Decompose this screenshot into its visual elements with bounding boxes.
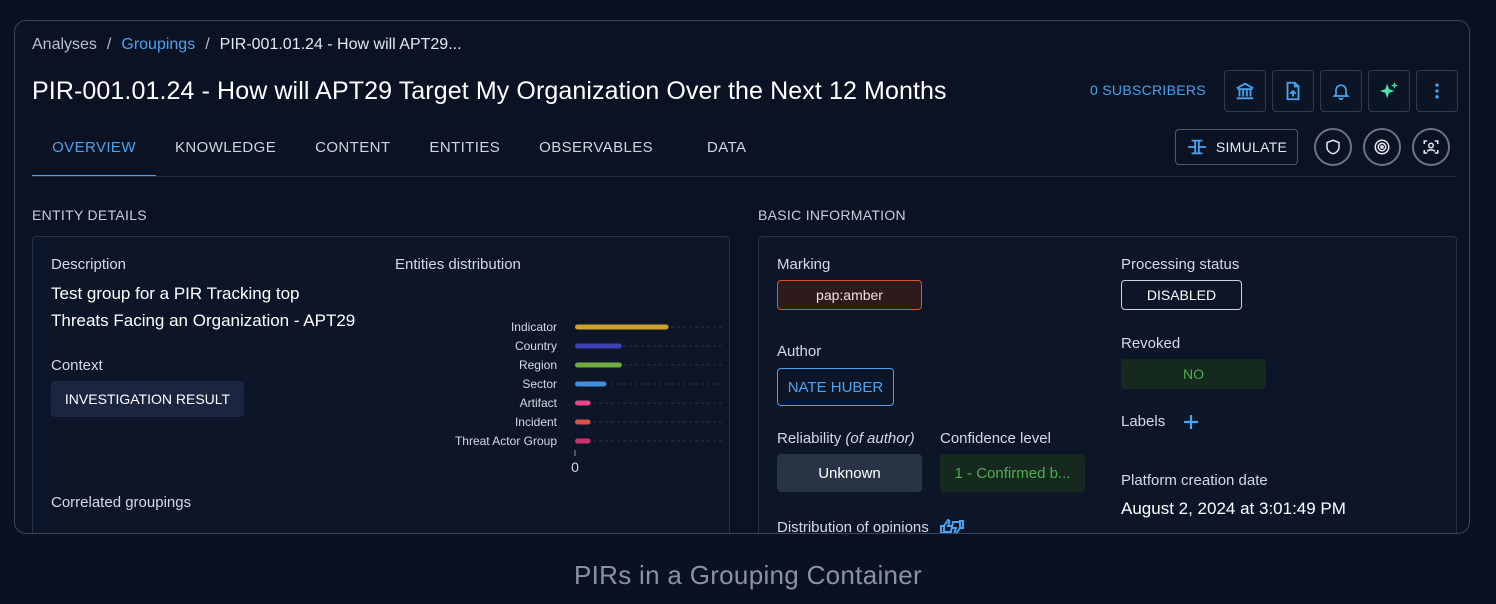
simulate-button[interactable]: SIMULATE xyxy=(1175,129,1298,165)
processing-status-label: Processing status xyxy=(1121,256,1240,273)
bar[interactable] xyxy=(575,362,622,368)
basic-information-panel: Marking pap:amber Author NATE HUBER Reli… xyxy=(758,236,1457,534)
category-label: Country xyxy=(515,339,557,353)
thumbs-icon[interactable] xyxy=(939,517,965,534)
bank-icon xyxy=(1236,82,1254,100)
shield-button[interactable] xyxy=(1314,128,1352,166)
ai-assist-button[interactable] xyxy=(1368,70,1410,112)
bar[interactable] xyxy=(575,343,622,349)
confidence-chip[interactable]: 1 - Confirmed b... xyxy=(940,454,1085,492)
notifications-button[interactable] xyxy=(1320,70,1362,112)
description-line-2: Threats Facing an Organization - APT29 xyxy=(51,311,356,330)
breadcrumb-separator: / xyxy=(205,36,210,53)
correlated-groupings-label: Correlated groupings xyxy=(51,494,192,511)
category-label: Region xyxy=(519,358,557,372)
bank-icon-button[interactable] xyxy=(1224,70,1266,112)
breadcrumb: Analyses / Groupings / PIR-001.01.24 - H… xyxy=(32,36,462,54)
category-label: Indicator xyxy=(511,320,557,334)
marking-label: Marking xyxy=(777,256,831,273)
flow-chart-icon xyxy=(1187,139,1206,155)
category-label: Incident xyxy=(515,415,558,429)
file-export-icon xyxy=(1286,81,1300,101)
description-line-1: Test group for a PIR Tracking top xyxy=(51,284,300,303)
bar[interactable] xyxy=(575,381,607,387)
grouping-window: Analyses / Groupings / PIR-001.01.24 - H… xyxy=(14,20,1470,534)
tab-content[interactable]: CONTENT xyxy=(315,131,390,177)
reliability-label-text: Reliability xyxy=(777,430,842,447)
entities-distribution-chart: Indicator Country Region Sector Artifact Inci… xyxy=(455,320,723,475)
entity-details-heading: ENTITY DETAILS xyxy=(32,207,147,223)
add-label-icon[interactable] xyxy=(1183,414,1199,430)
bar[interactable] xyxy=(575,438,591,444)
author-chip[interactable]: NATE HUBER xyxy=(777,368,894,406)
more-vertical-icon xyxy=(1435,83,1439,99)
user-scan-icon xyxy=(1423,140,1439,154)
marking-chip[interactable]: pap:amber xyxy=(777,280,922,310)
labels-row: Labels xyxy=(1121,413,1199,430)
tab-knowledge[interactable]: KNOWLEDGE xyxy=(175,131,276,177)
page-title: PIR-001.01.24 - How will APT29 Target My… xyxy=(32,77,947,105)
context-label: Context xyxy=(51,357,103,374)
radar-button[interactable] xyxy=(1363,128,1401,166)
shield-icon xyxy=(1326,139,1340,155)
reliability-label: Reliability (of author) xyxy=(777,430,915,447)
entities-distribution-label: Entities distribution xyxy=(395,256,521,273)
context-chip[interactable]: INVESTIGATION RESULT xyxy=(51,381,244,417)
platform-creation-label: Platform creation date xyxy=(1121,472,1268,489)
x-tick-label: 0 xyxy=(571,459,579,475)
bell-icon xyxy=(1332,84,1350,101)
reliability-chip[interactable]: Unknown xyxy=(777,454,922,492)
category-label: Sector xyxy=(522,377,557,391)
platform-creation-value: August 2, 2024 at 3:01:49 PM xyxy=(1121,499,1346,518)
opinions-row: Distribution of opinions xyxy=(777,517,965,534)
revoked-chip: NO xyxy=(1121,359,1266,389)
tab-observables[interactable]: OBSERVABLES xyxy=(539,131,653,177)
file-export-button[interactable] xyxy=(1272,70,1314,112)
category-label: Threat Actor Group xyxy=(455,434,557,448)
tab-data[interactable]: DATA xyxy=(707,131,746,177)
figure-caption: PIRs in a Grouping Container xyxy=(573,560,923,590)
simulate-label: SIMULATE xyxy=(1215,139,1288,155)
reliability-qualifier: (of author) xyxy=(845,430,915,447)
bar[interactable] xyxy=(575,400,591,406)
author-label: Author xyxy=(777,343,822,360)
breadcrumb-separator: / xyxy=(106,36,112,53)
breadcrumb-groupings-link[interactable]: Groupings xyxy=(121,36,195,54)
category-label: Artifact xyxy=(520,396,558,410)
breadcrumb-analyses[interactable]: Analyses xyxy=(32,36,97,54)
bar[interactable] xyxy=(575,419,591,425)
user-scan-button[interactable] xyxy=(1412,128,1450,166)
labels-label: Labels xyxy=(1121,413,1166,430)
tab-entities[interactable]: ENTITIES xyxy=(429,131,500,177)
basic-information-heading: BASIC INFORMATION xyxy=(758,207,906,223)
tab-overview[interactable]: OVERVIEW xyxy=(32,131,156,177)
more-options-button[interactable] xyxy=(1416,70,1458,112)
revoked-label: Revoked xyxy=(1121,335,1181,352)
opinions-label: Distribution of opinions xyxy=(777,518,929,534)
description-label: Description xyxy=(51,256,127,273)
breadcrumb-current: PIR-001.01.24 - How will APT29... xyxy=(219,36,462,53)
bar[interactable] xyxy=(575,324,669,330)
confidence-label: Confidence level xyxy=(940,430,1051,447)
subscribers-button[interactable]: 0 SUBSCRIBERS xyxy=(1090,82,1206,98)
sparkles-icon xyxy=(1379,81,1399,99)
radar-icon xyxy=(1374,139,1390,155)
entity-details-panel: Description Test group for a PIR Trackin… xyxy=(32,236,730,533)
tab-bar: OVERVIEW KNOWLEDGE CONTENT ENTITIES OBSE… xyxy=(32,131,746,177)
tabs-divider xyxy=(32,176,1456,177)
processing-status-chip: DISABLED xyxy=(1121,280,1242,310)
